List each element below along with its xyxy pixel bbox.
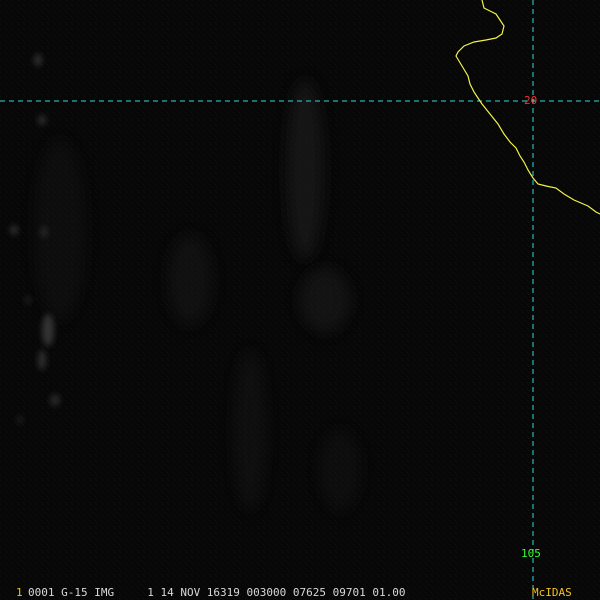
satellite-image-viewer: 20 105 1 0001 G-15 IMG 1 14 NOV 16319 00…: [0, 0, 600, 600]
satellite-imagery: [0, 0, 600, 600]
image-info-text: 0001 G-15 IMG 1 14 NOV 16319 003000 0762…: [28, 586, 406, 599]
image-status-bar: 1 0001 G-15 IMG 1 14 NOV 16319 003000 07…: [0, 586, 600, 600]
source-label: McIDAS: [532, 586, 572, 599]
frame-number: 1: [16, 586, 23, 599]
latitude-label: 20: [524, 94, 538, 107]
longitude-label: 105: [521, 547, 541, 560]
